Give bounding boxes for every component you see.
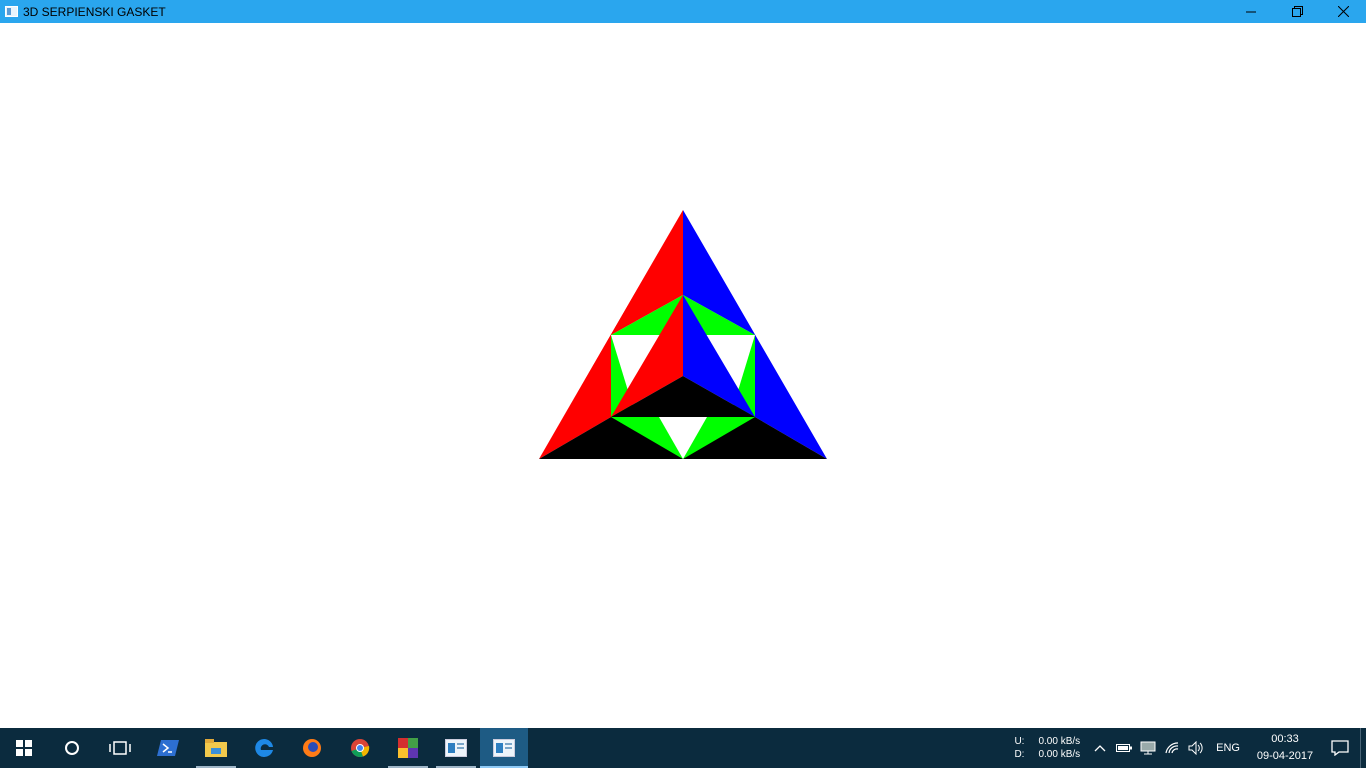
circle-search-icon bbox=[65, 741, 79, 755]
clock-time: 00:33 bbox=[1271, 733, 1299, 745]
powershell-icon bbox=[157, 740, 179, 756]
winrar-button[interactable] bbox=[384, 728, 432, 768]
net-speed-values[interactable]: 0.00 kB/s 0.00 kB/s bbox=[1038, 735, 1080, 761]
minimize-icon bbox=[1246, 11, 1256, 12]
window-controls bbox=[1228, 0, 1366, 23]
firefox-icon bbox=[303, 739, 321, 757]
chevron-up-icon bbox=[1094, 745, 1106, 752]
upload-speed: 0.00 kB/s bbox=[1038, 736, 1081, 747]
powershell-button[interactable] bbox=[144, 728, 192, 768]
restore-icon bbox=[1291, 6, 1303, 17]
clock-date: 09-04-2017 bbox=[1256, 750, 1314, 762]
download-speed: 0.00 kB/s bbox=[1038, 749, 1081, 760]
render-canvas bbox=[0, 23, 1366, 728]
system-tray: U: D: 0.00 kB/s 0.00 kB/s ENG 00:33 09-0… bbox=[1014, 728, 1366, 768]
close-icon bbox=[1337, 6, 1349, 17]
download-label: D: bbox=[1014, 749, 1025, 760]
title-bar[interactable]: 3D SERPIENSKI GASKET bbox=[0, 0, 1366, 23]
wifi-icon bbox=[1165, 742, 1179, 754]
notification-icon bbox=[1331, 740, 1349, 756]
monitor-icon bbox=[1140, 741, 1156, 755]
net-speed-labels: U: D: bbox=[1014, 735, 1024, 761]
cortana-button[interactable] bbox=[48, 728, 96, 768]
colorful-blocks-icon bbox=[398, 738, 418, 758]
sierpinski-gasket bbox=[539, 210, 827, 459]
task-view-button[interactable] bbox=[96, 728, 144, 768]
action-center-button[interactable] bbox=[1320, 728, 1360, 768]
windows-logo-icon bbox=[16, 740, 32, 756]
wifi-button[interactable] bbox=[1160, 728, 1184, 768]
restore-button[interactable] bbox=[1274, 0, 1320, 23]
file-explorer-button[interactable] bbox=[192, 728, 240, 768]
clock[interactable]: 00:33 09-04-2017 bbox=[1250, 731, 1320, 765]
chrome-button[interactable] bbox=[336, 728, 384, 768]
folder-icon bbox=[205, 739, 227, 757]
show-hidden-icons-button[interactable] bbox=[1088, 728, 1112, 768]
app-window-icon bbox=[493, 739, 515, 757]
window-app-button[interactable] bbox=[432, 728, 480, 768]
show-desktop-button[interactable] bbox=[1360, 728, 1366, 768]
task-view-icon bbox=[109, 741, 131, 755]
close-button[interactable] bbox=[1320, 0, 1366, 23]
language-indicator[interactable]: ENG bbox=[1216, 742, 1240, 754]
chrome-icon bbox=[351, 739, 370, 758]
battery-button[interactable] bbox=[1112, 728, 1136, 768]
window-title: 3D SERPIENSKI GASKET bbox=[23, 4, 166, 19]
battery-icon bbox=[1116, 744, 1133, 752]
app-window-icon bbox=[445, 739, 467, 757]
app-window-icon bbox=[5, 6, 18, 17]
start-button[interactable] bbox=[0, 728, 48, 768]
volume-button[interactable] bbox=[1184, 728, 1208, 768]
taskbar: U: D: 0.00 kB/s 0.00 kB/s ENG 00:33 09-0… bbox=[0, 728, 1366, 768]
firefox-button[interactable] bbox=[288, 728, 336, 768]
edge-icon bbox=[255, 738, 273, 757]
edge-button[interactable] bbox=[240, 728, 288, 768]
speaker-icon bbox=[1188, 741, 1203, 755]
device-button[interactable] bbox=[1136, 728, 1160, 768]
upload-label: U: bbox=[1014, 736, 1025, 747]
minimize-button[interactable] bbox=[1228, 0, 1274, 23]
gasket-app-button[interactable] bbox=[480, 728, 528, 768]
